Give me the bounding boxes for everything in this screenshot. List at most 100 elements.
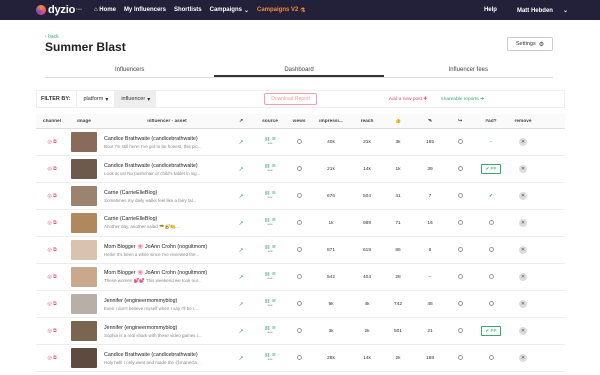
column-views[interactable]: views [288,119,310,124]
external-link-icon[interactable]: ↗ [230,139,252,146]
column-image[interactable]: image [68,119,100,124]
column-source[interactable]: source [252,119,288,124]
likes-value: 501 [393,328,402,334]
post-thumbnail[interactable] [71,159,97,179]
column-impressions[interactable]: impressi... [310,119,352,124]
influencer-name[interactable]: Mom Blogger 🌸 JoAnn Crohn (nogultmom) [104,244,230,250]
post-thumbnail[interactable] [71,294,97,314]
column-reach[interactable]: reach [352,119,382,124]
source-cell: ⛓ ≋ ••• [252,218,288,228]
ad-toggle[interactable] [488,246,494,252]
chevron-down-icon: ▾ [147,96,151,103]
remove-cell: ✕ [508,300,538,308]
influencer-name[interactable]: Candice Brathwaite (candicebrathwaite) [104,352,230,358]
nav-my-influencers[interactable]: My Influencers [124,7,166,13]
copy-icon[interactable]: ⧉ [53,247,57,253]
ad-cell [474,219,508,227]
tab-influencers[interactable]: Influencers [45,64,214,77]
close-icon[interactable]: ✕ [519,138,527,146]
nav-campaigns-v2[interactable]: Campaigns V2 ⚗ [257,7,305,14]
influencer-name[interactable]: Jennifer (engineermommyblog) [104,298,230,304]
likes-icon[interactable]: 👍 [382,119,414,124]
column-influencer[interactable]: influencer - asset [100,119,230,124]
copy-icon[interactable]: ⧉ [53,274,57,280]
close-icon[interactable]: ✕ [519,192,527,200]
likes-value: 41 [395,193,401,199]
external-link-icon[interactable]: ↗ [230,220,252,227]
post-thumbnail[interactable] [71,348,97,368]
ad-toggle[interactable] [488,219,494,225]
close-icon[interactable]: ✕ [519,354,527,362]
post-caption: Even I don't believe myself when I say I… [104,305,199,311]
close-icon[interactable]: ✕ [519,219,527,227]
post-thumbnail[interactable] [71,186,97,206]
column-ad[interactable]: #ad? [474,119,508,124]
post-thumbnail[interactable] [71,267,97,287]
comments-icon[interactable]: ✎ [414,119,446,124]
share-icon[interactable]: ↪ [446,119,474,124]
source-cell: ⛓ ≋ ••• [252,164,288,174]
external-link-icon[interactable]: ↗ [230,355,252,362]
influencer-name[interactable]: Jennifer (engineermommyblog) [104,325,230,331]
dyzio-logo[interactable]: dyzio beta [36,4,82,16]
influencer-filter-dropdown[interactable]: influencer ▾ [114,90,157,108]
copy-icon[interactable]: ⧉ [53,220,57,226]
influencer-name[interactable]: Candice Brathwaite (candicebrathwaite) [104,163,230,169]
flask-icon: ⚗ [298,7,306,14]
source-cell: ⛓ ≋ ••• [252,353,288,363]
close-icon[interactable]: ✕ [519,327,527,335]
external-link-icon[interactable]: ↗ [230,193,252,200]
tab-influencer-fees[interactable]: Influencer fees [384,64,553,77]
influencer-name[interactable]: Mom Blogger 🌸 JoAnn Crohn (nogultmom) [104,270,230,276]
platform-filter-label: platform [83,96,104,102]
ad-toggle[interactable] [488,354,494,360]
ad-toggle[interactable] [488,300,494,306]
copy-icon[interactable]: ⧉ [53,193,57,199]
ad-toggle[interactable] [488,273,494,279]
source-dots: ••• [267,141,273,147]
views-cell [288,300,310,308]
influencer-name[interactable]: Candice Brathwaite (candicebrathwaite) [104,136,230,142]
user-menu[interactable]: Matt Hebden ⌄ [507,7,568,14]
post-caption: Sometimes my daily walks feel like a fai… [104,197,197,203]
copy-icon[interactable]: ⧉ [53,328,57,334]
post-thumbnail[interactable] [71,240,97,260]
external-link-icon[interactable]: ↗ [230,166,252,173]
settings-button[interactable]: Settings ⚙ [507,37,553,51]
platform-filter-dropdown[interactable]: platform ▾ [76,90,114,108]
post-thumbnail[interactable] [71,132,97,152]
close-icon[interactable]: ✕ [519,273,527,281]
post-thumbnail[interactable] [71,213,97,233]
influencer-name[interactable]: Carrie (CarrieElleBlog) [104,216,230,222]
external-link-icon[interactable]: ↗ [230,301,252,308]
shareable-reports-link[interactable]: shareable reports ➔ [441,97,484,102]
nav-shortlists[interactable]: Shortlists [174,7,202,13]
external-link-icon[interactable]: ↗ [230,328,252,335]
remove-cell: ✕ [508,273,538,281]
external-link-icon[interactable]: ↗ [230,247,252,254]
external-link-icon[interactable]: ↗ [230,274,252,281]
close-icon[interactable]: ✕ [519,246,527,254]
influencer-name[interactable]: Carrie (CarrieElleBlog) [104,190,230,196]
shares-cell [446,165,474,173]
tab-dashboard[interactable]: Dashboard [214,64,384,77]
logo-mark-icon [36,5,46,15]
influencer-cell: Carrie (CarrieElleBlog) Sometimes my dail… [100,190,230,203]
add-post-button[interactable]: Add a new post ✚ [389,97,427,102]
download-report-button[interactable]: Download Report [264,93,317,105]
ad-value: – [489,139,493,145]
posts-table: channel image influencer - asset ↗ sourc… [36,114,565,372]
help-link[interactable]: Help [484,7,497,13]
remove-cell: ✕ [508,327,538,335]
copy-icon[interactable]: ⧉ [53,166,57,172]
nav-home[interactable]: ⌂ Home [94,7,116,13]
copy-icon[interactable]: ⧉ [53,139,57,145]
post-thumbnail[interactable] [71,321,97,341]
close-icon[interactable]: ✕ [519,300,527,308]
column-channel[interactable]: channel [36,119,68,124]
close-icon[interactable]: ✕ [519,165,527,173]
copy-icon[interactable]: ⧉ [53,301,57,307]
copy-icon[interactable]: ⧉ [53,355,57,361]
nav-campaigns[interactable]: Campaigns ⌄ [210,7,249,14]
views-indicator [296,300,302,306]
